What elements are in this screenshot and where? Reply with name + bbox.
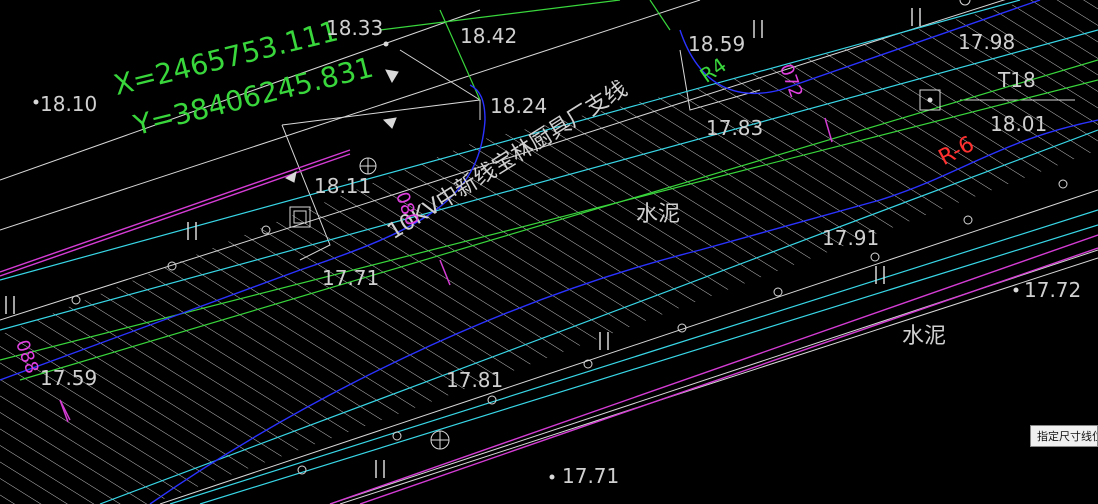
elevation-label: 17.83	[706, 116, 764, 140]
cad-drawing-canvas[interactable]: X=2465753.111 Y=38406245.831 18.10 18.33…	[0, 0, 1098, 504]
elevation-label: 17.98	[958, 30, 1016, 54]
tag-t18: T18	[998, 68, 1036, 92]
elevation-label: 18.59	[688, 32, 746, 56]
elevation-label: 17.72	[1024, 278, 1082, 302]
elevation-label: 17.71	[322, 266, 380, 290]
cement-label: 水泥	[902, 324, 947, 349]
elevation-label: 18.10	[40, 92, 98, 116]
elevation-label: 18.01	[990, 112, 1048, 136]
elevation-label: 18.33	[326, 16, 384, 40]
cement-label: 水泥	[636, 202, 681, 227]
elevation-label: 18.24	[490, 94, 548, 118]
elevation-label: 17.81	[446, 368, 504, 392]
elevation-label: 18.42	[460, 24, 518, 48]
dimension-position-tooltip: 指定尺寸线位置	[1030, 425, 1098, 447]
elevation-label: 17.71	[562, 464, 620, 488]
elevation-label: 17.91	[822, 226, 880, 250]
elevation-label: 17.59	[40, 366, 98, 390]
elevation-label: 18.11	[314, 174, 372, 198]
